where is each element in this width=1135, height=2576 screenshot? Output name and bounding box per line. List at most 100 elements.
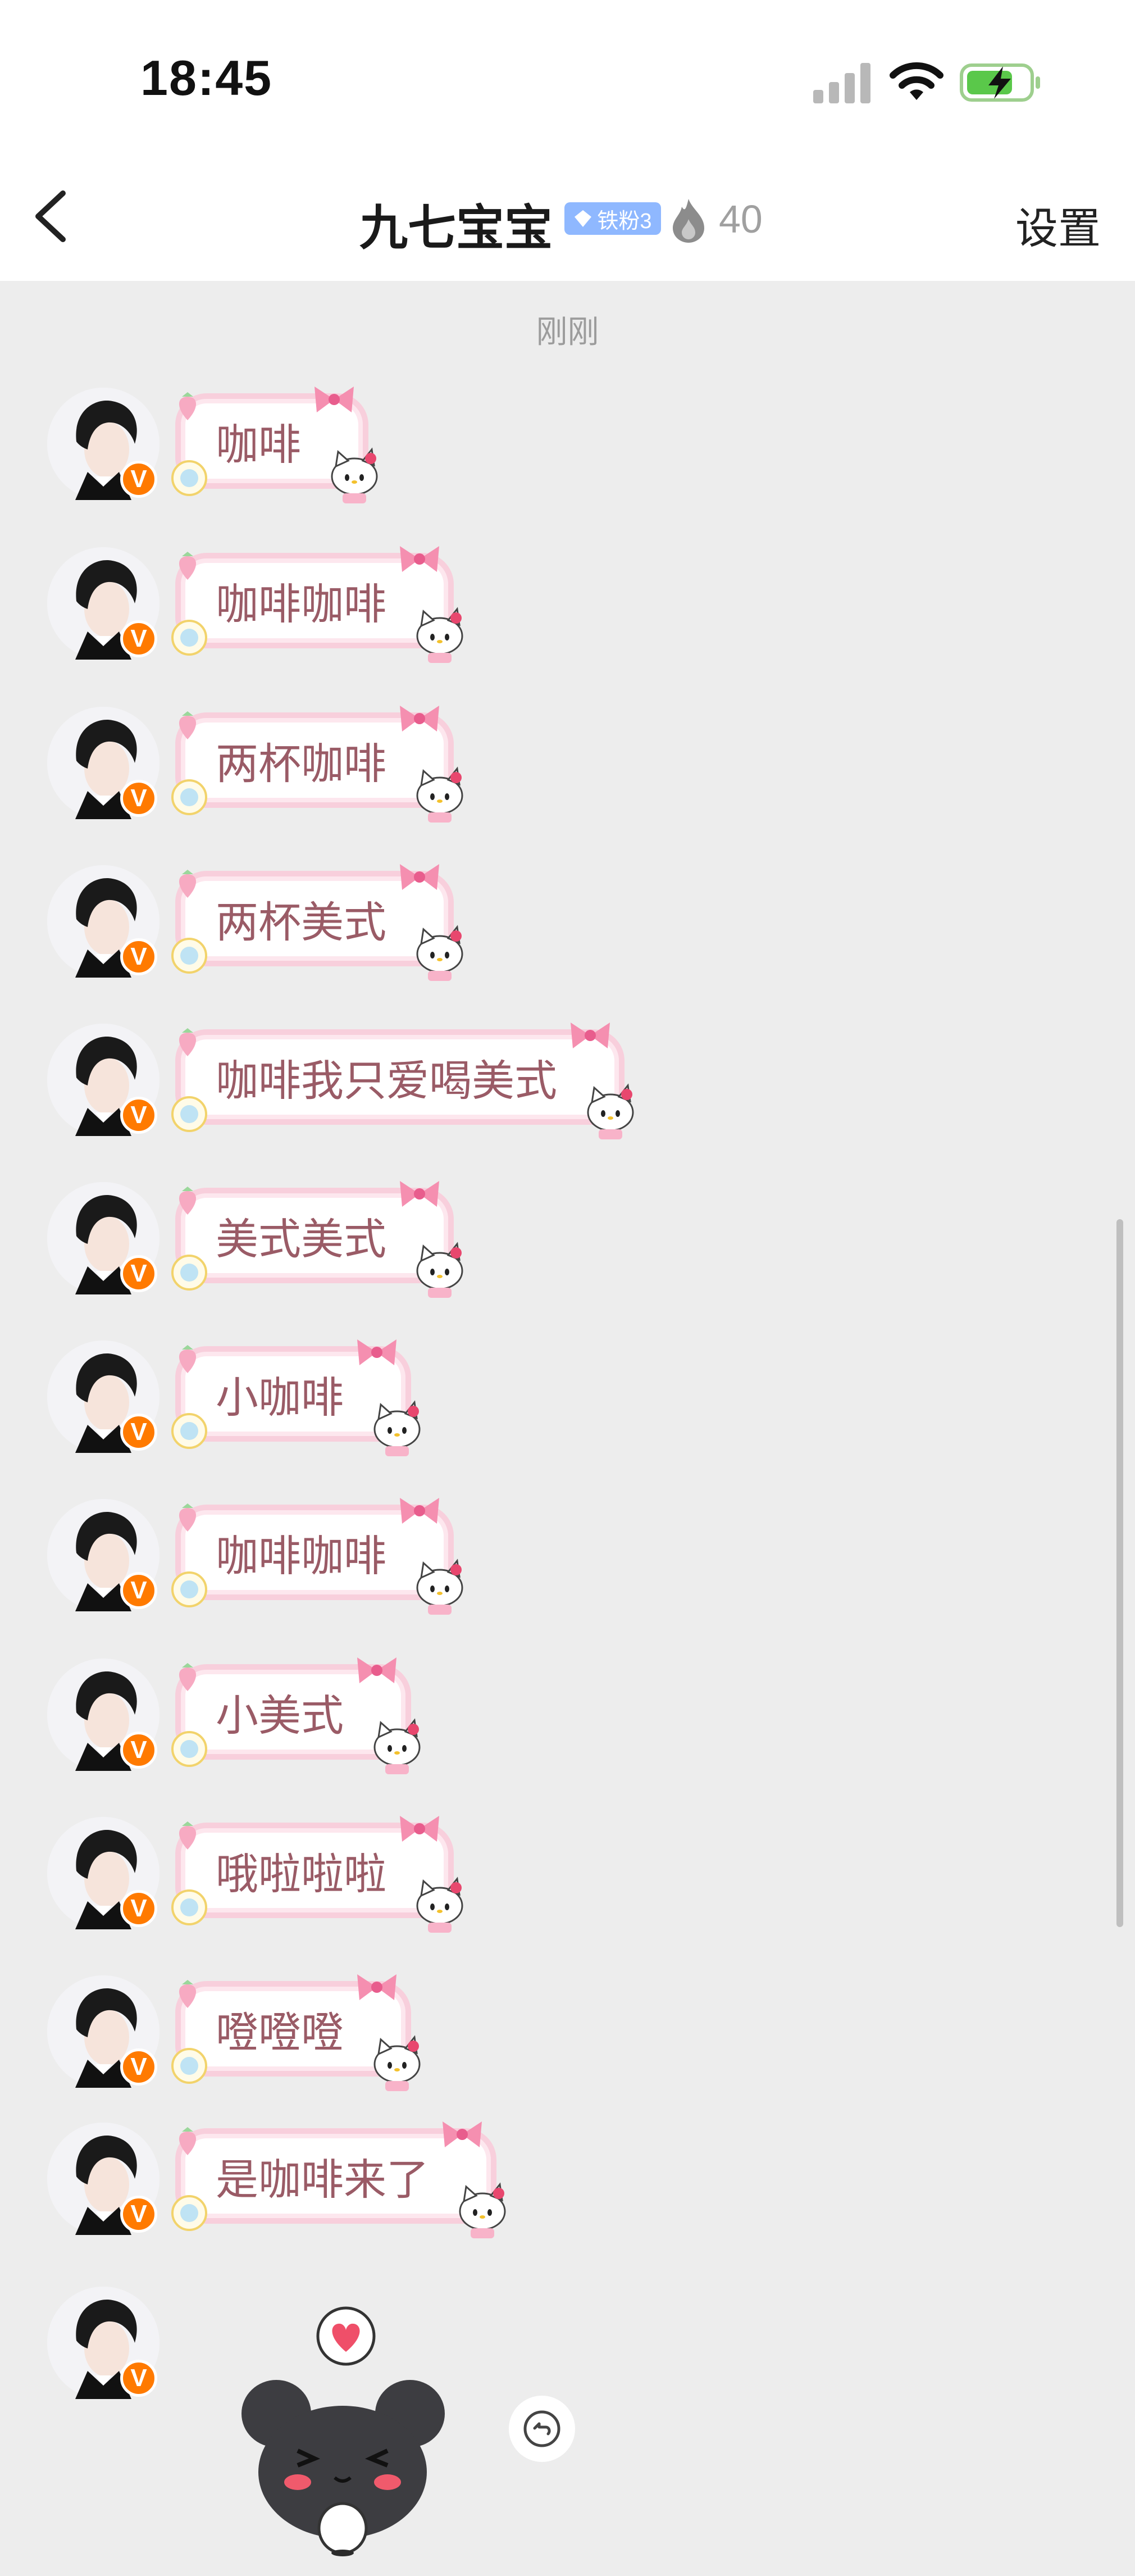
clover-badge-icon xyxy=(171,620,207,656)
message-text: 咖啡咖啡 xyxy=(216,581,386,629)
message-bubble[interactable]: 小咖啡 xyxy=(171,1339,421,1456)
pink-bow-icon xyxy=(400,1181,439,1207)
message-row: V xyxy=(47,1498,1002,1623)
replay-icon xyxy=(523,2410,560,2447)
message-bubble[interactable]: 是咖啡来了 xyxy=(171,2121,506,2238)
message-text: 小美式 xyxy=(216,1692,344,1740)
top-bar: 18:45 九七宝宝 铁粉3 40 设置 xyxy=(0,0,1135,281)
clover-badge-icon xyxy=(171,1413,207,1449)
timestamp-divider: 刚刚 xyxy=(536,314,599,349)
avatar[interactable]: V xyxy=(47,2287,159,2399)
message-row: V xyxy=(47,546,1002,671)
strawberry-icon xyxy=(179,711,197,739)
hello-kitty-icon xyxy=(331,447,378,503)
message-text: 咖啡咖啡 xyxy=(216,1533,386,1580)
message-bubble[interactable]: 两杯美式 xyxy=(171,864,463,981)
clover-badge-icon xyxy=(171,1889,207,1925)
clover-badge-icon xyxy=(171,2048,207,2084)
status-time: 18:45 xyxy=(140,50,273,106)
message-text: 哦啦啦啦 xyxy=(216,1851,386,1898)
pink-bow-icon xyxy=(400,1498,439,1524)
message-bubble[interactable]: 哦啦啦啦 xyxy=(171,1816,463,1933)
verified-badge: V xyxy=(120,1732,157,1769)
message-row: V xyxy=(47,1974,1002,2099)
message-row: V xyxy=(47,1181,1002,1306)
verified-badge: V xyxy=(120,1255,157,1292)
replay-sticker-button[interactable] xyxy=(509,2396,575,2462)
strawberry-icon xyxy=(179,1821,197,1850)
avatar[interactable]: V xyxy=(47,547,159,660)
chevron-left-icon xyxy=(35,190,66,242)
scrollbar[interactable] xyxy=(1116,1219,1123,1927)
avatar[interactable]: V xyxy=(47,1182,159,1294)
clover-badge-icon xyxy=(171,1255,207,1291)
message-row: V xyxy=(47,1339,1002,1464)
chat-title: 九七宝宝 xyxy=(359,201,553,255)
strawberry-icon xyxy=(179,1345,197,1373)
message-bubble[interactable]: 咖啡咖啡 xyxy=(171,546,463,663)
verified-badge: V xyxy=(120,1890,157,1927)
message-text: 咖啡我只爱喝美式 xyxy=(216,1057,557,1105)
hello-kitty-icon xyxy=(416,1877,463,1933)
verified-badge: V xyxy=(120,938,157,975)
fan-level-label: 铁粉3 xyxy=(597,209,652,233)
clover-badge-icon xyxy=(171,460,207,496)
message-row: V xyxy=(47,1657,1002,1782)
hello-kitty-icon xyxy=(373,1400,421,1456)
pink-bow-icon xyxy=(314,387,354,412)
verified-badge: V xyxy=(120,1572,157,1609)
avatar[interactable]: V xyxy=(47,865,159,978)
fan-count: 40 xyxy=(719,197,763,241)
strawberry-icon xyxy=(179,870,197,898)
pink-bow-icon xyxy=(571,1023,610,1048)
back-button[interactable] xyxy=(26,180,76,253)
avatar[interactable]: V xyxy=(47,707,159,819)
hello-kitty-icon xyxy=(416,925,463,981)
verified-badge: V xyxy=(120,2048,157,2086)
verified-badge: V xyxy=(120,461,157,498)
avatar[interactable]: V xyxy=(47,1341,159,1453)
verified-badge: V xyxy=(120,1097,157,1134)
message-bubble[interactable]: 美式美式 xyxy=(171,1181,463,1298)
message-bubble[interactable]: 咖啡 xyxy=(171,387,378,503)
strawberry-icon xyxy=(179,1187,197,1215)
avatar[interactable]: V xyxy=(47,1659,159,1771)
message-text: 两杯美式 xyxy=(216,899,386,947)
clover-badge-icon xyxy=(171,1731,207,1767)
avatar[interactable]: V xyxy=(47,1024,159,1136)
message-bubble[interactable]: 咖啡我只爱喝美式 xyxy=(171,1023,634,1139)
message-row: V xyxy=(47,1816,1002,1941)
hello-kitty-icon xyxy=(416,1559,463,1615)
message-row: V xyxy=(47,864,1002,989)
hello-kitty-icon xyxy=(373,1718,421,1774)
avatar[interactable]: V xyxy=(47,1499,159,1611)
message-bubble[interactable]: 两杯咖啡 xyxy=(171,706,463,823)
avatar[interactable]: V xyxy=(47,1817,159,1929)
pink-bow-icon xyxy=(357,1974,396,2000)
message-bubble[interactable]: 咖啡咖啡 xyxy=(171,1498,463,1615)
diamond-icon xyxy=(575,210,592,227)
message-row: V xyxy=(47,706,1002,830)
verified-badge: V xyxy=(120,780,157,817)
pink-bow-icon xyxy=(443,2121,482,2147)
strawberry-icon xyxy=(179,552,197,580)
message-text: 咖啡 xyxy=(216,421,301,469)
message-row: V xyxy=(47,2121,1002,2246)
pink-bow-icon xyxy=(357,1657,396,1683)
message-row: V xyxy=(47,387,1002,511)
clover-badge-icon xyxy=(171,938,207,974)
strawberry-icon xyxy=(179,392,197,420)
avatar[interactable]: V xyxy=(47,2123,159,2235)
message-bubble[interactable]: 噔噔噔 xyxy=(171,1974,421,2091)
avatar[interactable]: V xyxy=(47,1975,159,2088)
clover-badge-icon xyxy=(171,779,207,815)
message-text: 噔噔噔 xyxy=(216,2009,344,2057)
message-bubble[interactable]: 小美式 xyxy=(171,1657,421,1774)
pink-bow-icon xyxy=(400,1816,439,1842)
mouse-sticker-icon[interactable] xyxy=(236,2304,449,2556)
message-text: 小咖啡 xyxy=(216,1374,344,1422)
pink-bow-icon xyxy=(400,864,439,890)
settings-button[interactable]: 设置 xyxy=(1015,194,1101,256)
avatar[interactable]: V xyxy=(47,388,159,500)
strawberry-icon xyxy=(179,1663,197,1691)
